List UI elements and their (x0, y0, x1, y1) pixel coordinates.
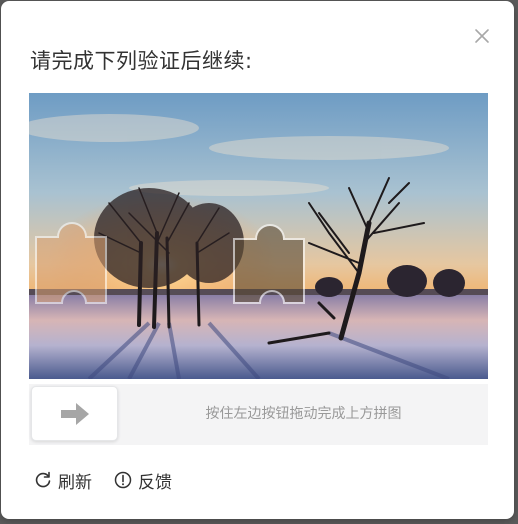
slider-handle[interactable] (31, 386, 118, 441)
feedback-label: 反馈 (138, 472, 172, 493)
close-button[interactable] (472, 26, 492, 46)
slider-hint: 按住左边按钮拖动完成上方拼图 (205, 406, 402, 422)
close-icon (475, 29, 489, 43)
dialog-title: 请完成下列验证后继续: (30, 49, 253, 73)
arrow-right-icon (60, 402, 89, 425)
feedback-button[interactable]: 反馈 (114, 468, 172, 493)
slider-track[interactable]: 按住左边按钮拖动完成上方拼图 (29, 384, 488, 445)
refresh-button[interactable]: 刷新 (34, 468, 92, 493)
info-circle-icon (114, 471, 132, 489)
captcha-image (29, 93, 488, 379)
verification-dialog: 请完成下列验证后继续: 按住左边按钮拖动完成上方拼图 刷新 反馈 (1, 1, 514, 519)
refresh-label: 刷新 (58, 472, 92, 493)
refresh-icon (35, 471, 51, 488)
